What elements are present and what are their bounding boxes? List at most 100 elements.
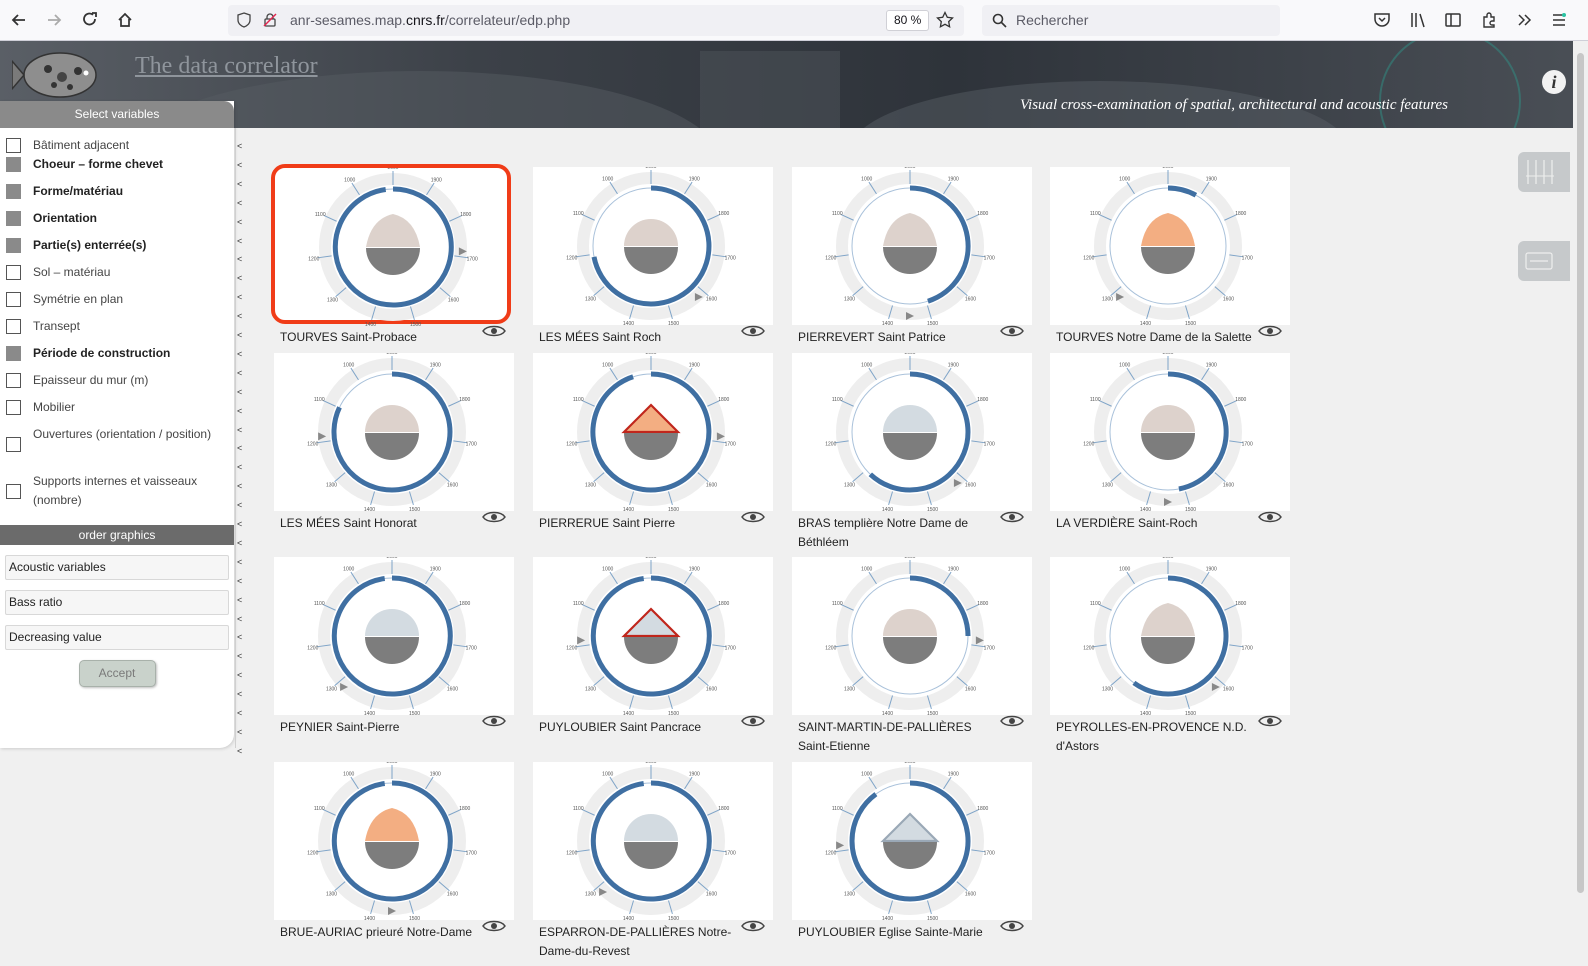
collapse-chevron-icon[interactable]: < xyxy=(237,614,242,624)
church-card[interactable]: 2000 1900 1800 1700 1600 1500 1400 1300 1200 1100… xyxy=(792,557,1032,753)
variable-checkbox[interactable] xyxy=(6,400,21,415)
variable-checkbox[interactable] xyxy=(6,437,21,452)
collapse-chevron-icon[interactable]: < xyxy=(237,331,242,340)
church-radial-plot[interactable]: 2000 1900 1800 1700 1600 1500 1400 1300 1200 1100… xyxy=(792,762,1032,920)
church-card[interactable]: 2000 1900 1800 1700 1600 1500 1400 1300 1200 1100… xyxy=(792,167,1032,344)
insecure-lock-icon[interactable] xyxy=(262,12,278,28)
collapse-chevron-icon[interactable]: < xyxy=(237,501,242,510)
collapse-chevron-icon[interactable]: < xyxy=(237,652,242,661)
church-card[interactable]: 2000 1900 1800 1700 1600 1500 1400 1300 1200 1100… xyxy=(1050,353,1290,530)
collapse-chevron-icon[interactable]: < xyxy=(237,368,242,378)
variable-checkbox[interactable] xyxy=(6,184,21,199)
collapse-chevron-icon[interactable]: < xyxy=(237,236,242,246)
order-direction-select[interactable]: Decreasing value xyxy=(5,625,229,650)
variable-option[interactable]: Ouvertures (orientation / position) xyxy=(0,425,234,472)
collapse-chevron-icon[interactable]: < xyxy=(237,198,242,208)
church-radial-plot[interactable]: 2000 1900 1800 1700 1600 1500 1400 1300 1200 1100… xyxy=(271,164,511,326)
order-variable-select[interactable]: Acoustic variables xyxy=(5,555,229,580)
menu-icon[interactable] xyxy=(1550,11,1568,29)
scroll-thumb[interactable] xyxy=(1577,53,1584,893)
collapse-chevron-icon[interactable]: < xyxy=(237,671,242,680)
collapse-chevron-icon[interactable]: < xyxy=(237,463,242,472)
collapse-chevron-icon[interactable]: < xyxy=(237,160,242,170)
forward-icon[interactable] xyxy=(41,7,67,33)
search-field[interactable]: Rechercher xyxy=(982,5,1280,36)
url-bar[interactable]: anr-sesames.map.cnrs.fr/correlateur/edp.… xyxy=(228,5,964,36)
eye-icon[interactable] xyxy=(741,714,765,728)
church-card[interactable]: 2000 1900 1800 1700 1600 1500 1400 1300 1200 1100… xyxy=(533,167,773,344)
church-card[interactable]: 2000 1900 1800 1700 1600 1500 1400 1300 1200 1100… xyxy=(533,353,773,530)
eye-icon[interactable] xyxy=(482,324,506,338)
eye-icon[interactable] xyxy=(741,919,765,933)
eye-icon[interactable] xyxy=(1000,510,1024,524)
variable-option[interactable]: Choeur – forme chevet xyxy=(0,155,234,182)
zoom-level[interactable]: 80 % xyxy=(886,10,930,31)
collapse-chevron-icon[interactable]: < xyxy=(237,425,242,435)
variable-checkbox[interactable] xyxy=(6,265,21,280)
variable-checkbox[interactable] xyxy=(6,346,21,361)
eye-icon[interactable] xyxy=(1258,324,1282,338)
church-radial-plot[interactable]: 2000 1900 1800 1700 1600 1500 1400 1300 1200 1100… xyxy=(274,557,514,715)
collapse-chevron-icon[interactable]: < xyxy=(237,595,242,605)
variable-checkbox[interactable] xyxy=(6,319,21,334)
home-icon[interactable] xyxy=(112,7,138,33)
collapse-chevron-icon[interactable]: < xyxy=(237,387,242,397)
church-radial-plot[interactable]: 2000 1900 1800 1700 1600 1500 1400 1300 1200 1100… xyxy=(792,557,1032,715)
eye-icon[interactable] xyxy=(1258,714,1282,728)
collapse-chevron-icon[interactable]: < xyxy=(237,482,242,491)
collapse-chevron-icon[interactable]: < xyxy=(237,406,242,416)
variable-checkbox[interactable] xyxy=(6,373,21,388)
timeline-tab[interactable] xyxy=(1518,152,1570,192)
collapse-chevron-icon[interactable]: < xyxy=(237,274,242,283)
variable-option[interactable]: Symétrie en plan xyxy=(0,290,234,317)
collapse-chevron-icon[interactable]: < xyxy=(237,557,242,567)
eye-icon[interactable] xyxy=(482,510,506,524)
collapse-chevron-icon[interactable]: < xyxy=(237,349,242,359)
collapse-chevron-icon[interactable]: < xyxy=(237,576,242,586)
church-radial-plot[interactable]: 2000 1900 1800 1700 1600 1500 1400 1300 1200 1100… xyxy=(1050,167,1290,325)
variable-option[interactable]: Mobilier xyxy=(0,398,234,425)
church-radial-plot[interactable]: 2000 1900 1800 1700 1600 1500 1400 1300 1200 1100… xyxy=(792,353,1032,511)
variable-checkbox[interactable] xyxy=(6,157,21,172)
collapse-chevron-icon[interactable]: < xyxy=(237,217,242,227)
collapse-chevron-icon[interactable]: < xyxy=(237,179,242,189)
shield-icon[interactable] xyxy=(236,12,252,28)
collapse-chevron-icon[interactable]: < xyxy=(237,746,242,756)
church-radial-plot[interactable]: 2000 1900 1800 1700 1600 1500 1400 1300 1200 1100… xyxy=(1050,557,1290,715)
collapse-chevron-icon[interactable]: < xyxy=(237,142,242,151)
variable-option[interactable]: Forme/matériau xyxy=(0,182,234,209)
panel-collapse-strip[interactable]: < < < < < < < < < < < < < < < < < < < < < < < < < < < < < < < < < xyxy=(235,128,245,755)
church-radial-plot[interactable]: 2000 1900 1800 1700 1600 1500 1400 1300 1200 1100… xyxy=(274,353,514,511)
church-card[interactable]: 2000 1900 1800 1700 1600 1500 1400 1300 1200 1100… xyxy=(274,353,514,530)
eye-icon[interactable] xyxy=(482,919,506,933)
eye-icon[interactable] xyxy=(482,714,506,728)
church-card[interactable]: 2000 1900 1800 1700 1600 1500 1400 1300 1200 1100… xyxy=(274,762,514,939)
variable-checkbox[interactable] xyxy=(6,238,21,253)
eye-icon[interactable] xyxy=(1000,714,1024,728)
variable-option[interactable]: Bâtiment adjacent xyxy=(0,128,234,155)
church-radial-plot[interactable]: 2000 1900 1800 1700 1600 1500 1400 1300 1200 1100… xyxy=(533,353,773,511)
eye-icon[interactable] xyxy=(1258,510,1282,524)
church-radial-plot[interactable]: 2000 1900 1800 1700 1600 1500 1400 1300 1200 1100… xyxy=(792,167,1032,325)
church-radial-plot[interactable]: 2000 1900 1800 1700 1600 1500 1400 1300 1200 1100… xyxy=(533,557,773,715)
pocket-icon[interactable] xyxy=(1373,11,1391,29)
church-radial-plot[interactable]: 2000 1900 1800 1700 1600 1500 1400 1300 1200 1100… xyxy=(533,167,773,325)
accept-button[interactable]: Accept xyxy=(78,660,156,687)
collapse-chevron-icon[interactable]: < xyxy=(237,727,242,737)
variable-checkbox[interactable] xyxy=(6,211,21,226)
page-scrollbar[interactable] xyxy=(1573,41,1588,966)
variable-option[interactable]: Supports internes et vaisseaux (nombre) xyxy=(0,472,234,519)
variable-option[interactable]: Partie(s) enterrée(s) xyxy=(0,236,234,263)
variable-option[interactable]: Transept xyxy=(0,317,234,344)
church-card[interactable]: 2000 1900 1800 1700 1600 1500 1400 1300 1200 1100… xyxy=(271,164,514,344)
church-radial-plot[interactable]: 2000 1900 1800 1700 1600 1500 1400 1300 1200 1100… xyxy=(533,762,773,920)
collapse-chevron-icon[interactable]: < xyxy=(237,538,242,548)
church-card[interactable]: 2000 1900 1800 1700 1600 1500 1400 1300 1200 1100… xyxy=(792,762,1032,939)
bookmark-star-icon[interactable] xyxy=(936,11,954,29)
church-card[interactable]: 2000 1900 1800 1700 1600 1500 1400 1300 1200 1100… xyxy=(1050,167,1290,344)
library-icon[interactable] xyxy=(1409,11,1427,29)
church-card[interactable]: 2000 1900 1800 1700 1600 1500 1400 1300 1200 1100… xyxy=(1050,557,1290,753)
app-title[interactable]: The data correlator xyxy=(135,53,318,80)
variable-checkbox[interactable] xyxy=(6,292,21,307)
overflow-chevrons-icon[interactable] xyxy=(1515,11,1533,29)
